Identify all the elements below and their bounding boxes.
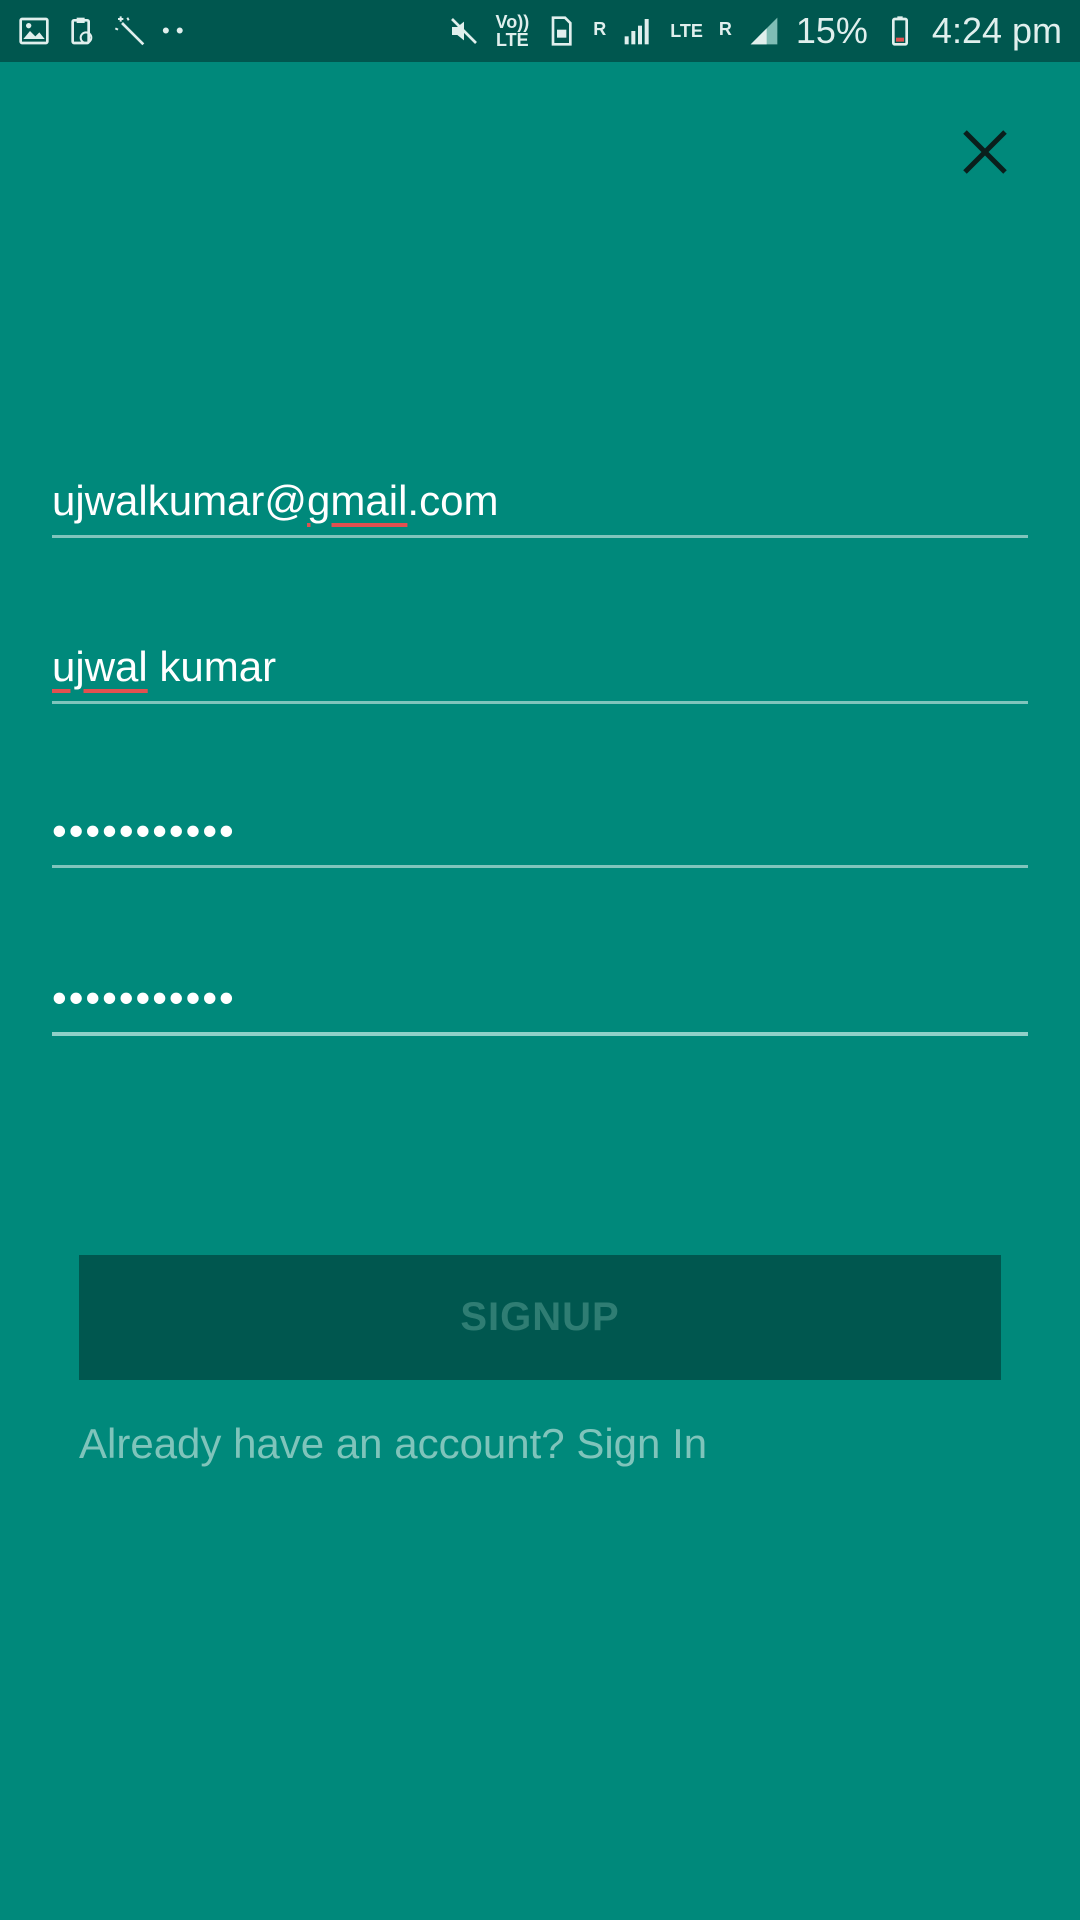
confirm-password-field[interactable]: •••••••••••: [52, 962, 1028, 1036]
email-field[interactable]: ujwalkumar@gmail.com: [52, 470, 1028, 538]
battery-icon: [891, 16, 908, 46]
volte-top-label: Vo)): [495, 12, 530, 32]
status-bar: • • Vo)) LTE R LTE R 15% 4:24 pm: [0, 0, 1080, 62]
email-part-local: ujwalkumar@: [52, 477, 308, 524]
battery-percent: 15%: [795, 10, 868, 51]
signal-icon: [624, 19, 649, 45]
volte-indicator: Vo)) LTE: [496, 13, 530, 49]
roaming-label-2: R: [718, 19, 732, 39]
notification-dots: • •: [162, 18, 184, 43]
name-field[interactable]: ujwal kumar: [52, 634, 1028, 704]
status-right: Vo)) LTE R LTE R 15% 4:24 pm: [448, 10, 1062, 52]
name-value: ujwal kumar: [52, 643, 276, 691]
name-part-first: ujwal: [52, 643, 148, 690]
mute-icon: [450, 18, 477, 44]
email-part-domain: gmail: [307, 477, 408, 524]
volte-bottom-label: LTE: [496, 30, 529, 50]
sim-icon: [551, 16, 572, 46]
clipboard-icon: [71, 17, 93, 45]
email-value: ujwalkumar@gmail.com: [52, 477, 498, 525]
image-icon: [19, 17, 49, 45]
password-field[interactable]: •••••••••••: [52, 798, 1028, 868]
confirm-password-value: •••••••••••: [52, 974, 236, 1021]
sign-in-link[interactable]: Already have an account? Sign In: [79, 1420, 707, 1468]
roaming-label-1: R: [593, 19, 607, 39]
clock: 4:24 pm: [931, 10, 1062, 51]
magic-wand-icon: [114, 16, 145, 46]
signup-button[interactable]: SIGNUP: [79, 1255, 1001, 1380]
name-part-last: kumar: [147, 643, 277, 690]
status-left: • •: [18, 15, 184, 47]
password-value: •••••••••••: [52, 807, 236, 854]
close-icon[interactable]: [955, 122, 1015, 182]
signal-icon-2: [750, 17, 778, 45]
lte-label: LTE: [670, 21, 703, 41]
email-part-tld: .com: [407, 477, 499, 524]
